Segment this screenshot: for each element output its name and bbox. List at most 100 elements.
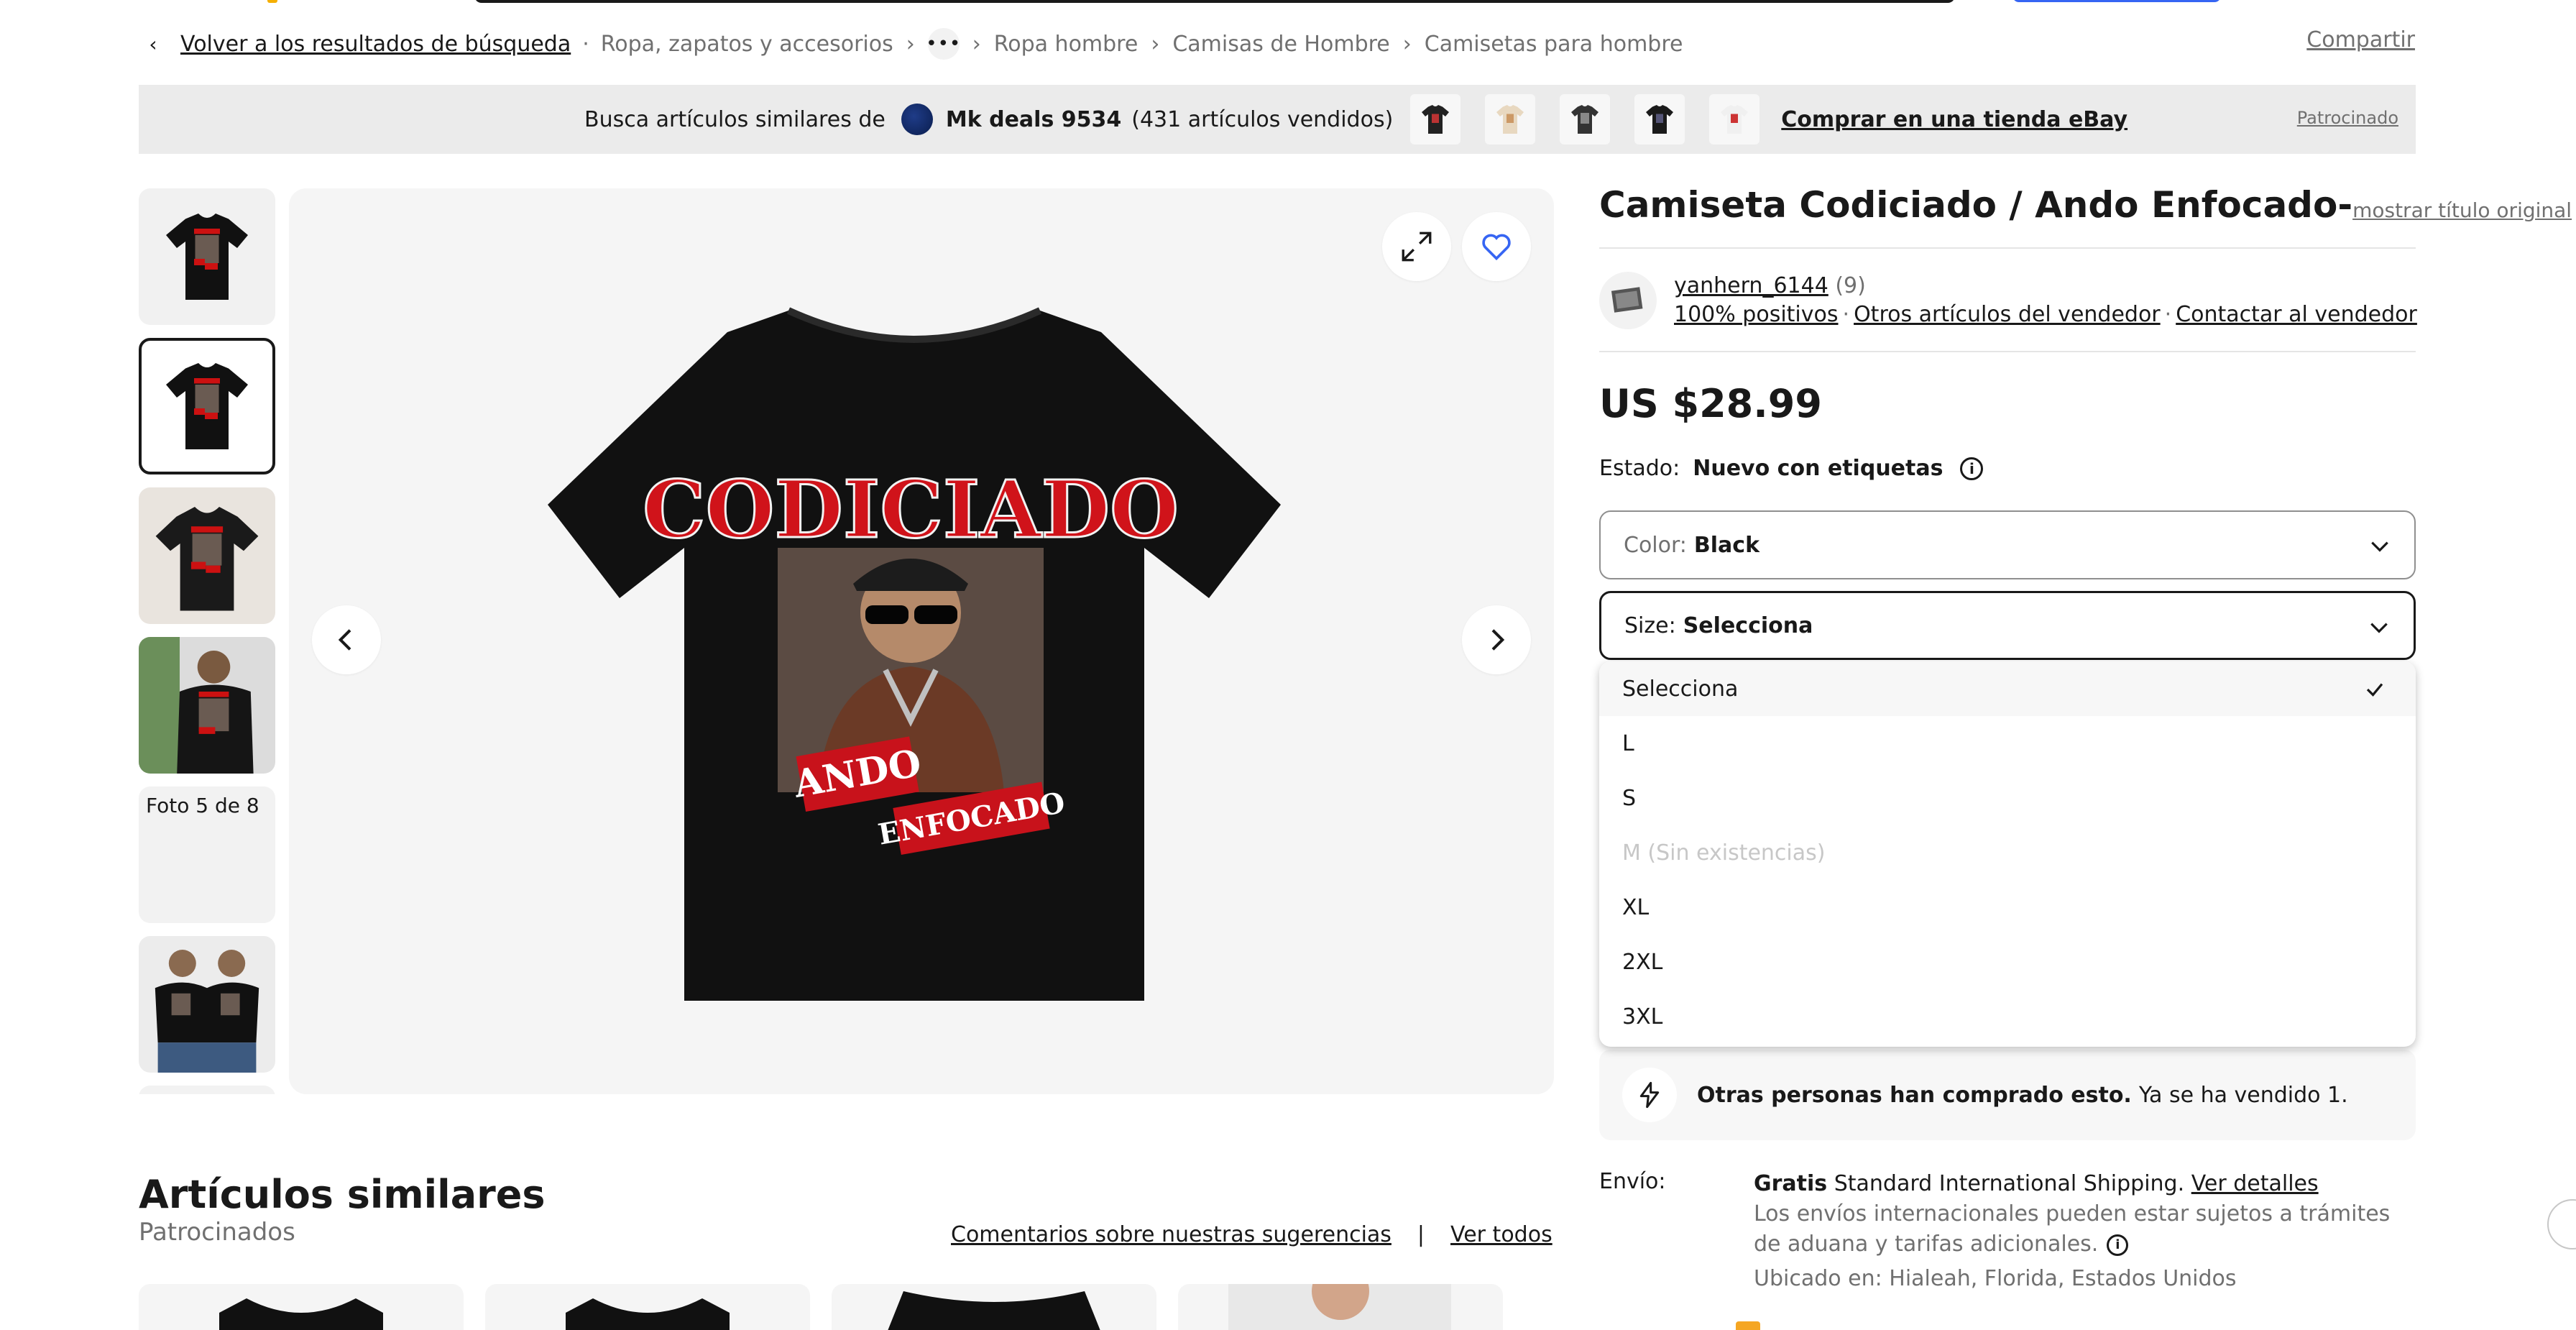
search-button-edge	[2012, 0, 2221, 2]
chevron-right-icon	[1491, 629, 1505, 651]
size-select-label: Size:	[1624, 613, 1676, 638]
similar-item-card[interactable]	[1178, 1284, 1503, 1330]
store-name[interactable]: Mk deals 9534	[946, 107, 1121, 132]
size-select-value: Selecciona	[1683, 613, 1813, 638]
social-proof-strong: Otras personas han comprado esto.	[1697, 1082, 2132, 1108]
share-link[interactable]: Compartir	[2306, 27, 2415, 52]
option-label: S	[1622, 785, 1637, 811]
separator: |	[1417, 1222, 1425, 1247]
main-product-image[interactable]: CODICIADO ANDO ENFOCADO	[289, 188, 1554, 1094]
similar-items-banner: Busca artículos similares de Mk deals 95…	[139, 85, 2416, 154]
view-all-link[interactable]: Ver todos	[1450, 1222, 1552, 1247]
gallery-thumbnail[interactable]	[139, 637, 275, 774]
option-label: L	[1622, 730, 1634, 756]
store-thumbnail[interactable]	[1560, 94, 1611, 145]
store-thumbnail[interactable]	[1485, 94, 1536, 145]
gallery-thumbnail[interactable]	[139, 487, 275, 624]
back-to-results-link[interactable]: ‹ Volver a los resultados de búsqueda	[139, 29, 571, 58]
separator-dot: ·	[582, 31, 589, 57]
seller-other-items-link[interactable]: Otros artículos del vendedor	[1854, 302, 2161, 327]
similar-items-title: Artículos similares	[139, 1172, 546, 1217]
similar-item-card[interactable]	[832, 1284, 1156, 1330]
store-thumbnail[interactable]	[1634, 94, 1685, 145]
chevron-left-icon: ‹	[149, 32, 157, 56]
breadcrumb: ‹ Volver a los resultados de búsqueda · …	[139, 24, 1683, 63]
search-bar-edge	[474, 0, 1955, 3]
store-thumbnail[interactable]	[1709, 94, 1760, 145]
watchlist-button[interactable]	[1462, 212, 1531, 281]
similar-item-card[interactable]	[485, 1284, 810, 1330]
size-option-l[interactable]: L	[1599, 716, 2416, 771]
chevron-left-icon	[338, 629, 351, 651]
image-thumbnail-list: Foto 5 de 8	[139, 188, 277, 1094]
price: US $28.99	[1599, 381, 1822, 426]
tshirt-image: CODICIADO ANDO ENFOCADO	[548, 307, 1281, 1001]
shipping-details: Gratis Standard International Shipping. …	[1754, 1169, 2415, 1294]
listing-title: Camiseta Codiciado / Ando Enfocado-mostr…	[1599, 184, 2572, 226]
next-image-button[interactable]	[1462, 605, 1531, 674]
photo-icon	[1611, 287, 1643, 313]
breadcrumb-item-clothing[interactable]: Ropa, zapatos y accesorios	[601, 32, 893, 57]
chevron-down-icon	[2370, 623, 2388, 633]
size-option-xl[interactable]: XL	[1599, 880, 2416, 935]
seller-card: yanhern_6144 (9) 100% positivos · Otros ar…	[1599, 272, 2417, 329]
shipping-details-link[interactable]: Ver detalles	[2191, 1171, 2319, 1196]
size-option-3xl[interactable]: 3XL	[1599, 989, 2416, 1044]
shipping-service: Standard International Shipping.	[1834, 1171, 2185, 1196]
size-option-2xl[interactable]: 2XL	[1599, 935, 2416, 989]
size-option-s[interactable]: S	[1599, 771, 2416, 825]
back-to-results-label: Volver a los resultados de búsqueda	[180, 31, 571, 57]
listing-title-text: Camiseta Codiciado / Ando Enfocado-	[1599, 184, 2353, 226]
info-icon[interactable]: i	[2107, 1234, 2129, 1256]
chevron-right-icon: ›	[906, 31, 915, 57]
delivery-row	[1599, 1318, 1770, 1330]
store-sold-count: (431 artículos vendidos)	[1131, 106, 1394, 132]
shipping-free: Gratis	[1754, 1171, 1828, 1196]
logo-fragment	[267, 0, 277, 3]
chevron-right-icon: ›	[1151, 31, 1160, 57]
show-original-title-link[interactable]: mostrar título original	[2352, 198, 2572, 222]
banner-prefix: Busca artículos similares de	[584, 106, 886, 132]
size-select[interactable]: Size: Selecciona	[1599, 591, 2416, 660]
lightning-icon	[1622, 1068, 1677, 1122]
gallery-thumbnail-selected[interactable]	[139, 338, 275, 474]
checkmark-icon	[2366, 683, 2383, 697]
option-label: XL	[1622, 894, 1650, 920]
sponsored-label[interactable]: Patrocinado	[2297, 108, 2398, 128]
breadcrumb-item-men-clothing[interactable]: Ropa hombre	[994, 32, 1138, 57]
feedback-edge-button[interactable]	[2547, 1199, 2576, 1249]
option-label: M (Sin existencias)	[1622, 840, 1826, 866]
gallery-thumbnail[interactable]	[139, 936, 275, 1073]
print-top-text: CODICIADO	[643, 463, 1179, 556]
item-location: Ubicado en: Hialeah, Florida, Estados Un…	[1754, 1266, 2237, 1291]
feedback-suggestions-link[interactable]: Comentarios sobre nuestras sugerencias	[951, 1222, 1392, 1247]
color-select[interactable]: Color: Black	[1599, 510, 2416, 579]
info-icon[interactable]: i	[1960, 457, 1984, 480]
item-condition: Estado: Nuevo con etiquetas i	[1599, 456, 1984, 481]
social-proof-rest: Ya se ha vendido 1.	[2138, 1082, 2348, 1108]
gallery-thumbnail[interactable]	[139, 188, 275, 325]
contact-seller-link[interactable]: Contactar al vendedor	[2176, 302, 2417, 327]
similar-items-links: Comentarios sobre nuestras sugerencias |…	[951, 1222, 1552, 1247]
similar-item-card[interactable]	[139, 1284, 464, 1330]
store-thumbnail[interactable]	[1410, 94, 1461, 145]
previous-image-button[interactable]	[312, 605, 381, 674]
seller-info: yanhern_6144 (9) 100% positivos · Otros ar…	[1674, 272, 2417, 329]
breadcrumb-more-button[interactable]: •••	[926, 28, 960, 60]
breadcrumb-item-men-shirts[interactable]: Camisas de Hombre	[1172, 32, 1389, 57]
customs-note: Los envíos internacionales pueden estar …	[1754, 1201, 2391, 1257]
fullscreen-button[interactable]	[1382, 212, 1451, 281]
seller-username-link[interactable]: yanhern_6144	[1674, 273, 1828, 298]
gallery-thumbnail[interactable]	[139, 1086, 275, 1094]
photo-counter-tile[interactable]: Foto 5 de 8	[139, 786, 275, 923]
size-options-listbox: Selecciona L S M (Sin existencias) XL 2X…	[1599, 661, 2416, 1047]
size-option-selecciona[interactable]: Selecciona	[1599, 661, 2416, 716]
option-label: 2XL	[1622, 949, 1663, 975]
seller-avatar[interactable]	[1599, 272, 1657, 329]
store-logo	[901, 104, 933, 135]
breadcrumb-item-men-tshirts[interactable]: Camisetas para hombre	[1425, 32, 1683, 57]
ebay-store-link[interactable]: Comprar en una tienda eBay	[1781, 107, 2128, 132]
seller-positive-feedback-link[interactable]: 100% positivos	[1674, 302, 1839, 327]
social-proof-box: Otras personas han comprado esto. Ya se …	[1599, 1050, 2416, 1140]
chevron-down-icon	[2371, 541, 2388, 552]
